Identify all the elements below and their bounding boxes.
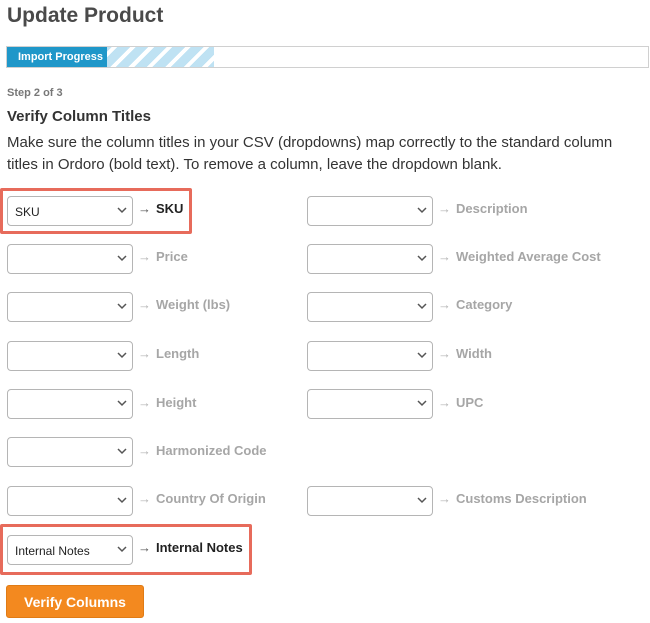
dropdown-value: SKU (15, 205, 40, 219)
chevron-down-icon (117, 400, 127, 407)
target-label: Weight (lbs) (156, 297, 231, 312)
chevron-down-icon (417, 207, 427, 214)
target-column-customs-description: → Customs Description (438, 491, 587, 506)
target-column-weight: → Weight (lbs) (138, 297, 230, 312)
target-column-price: → Price (138, 249, 188, 264)
target-label: Harmonized Code (156, 443, 267, 458)
arrow-right-icon: → (138, 346, 151, 361)
import-progress-bar: Import Progress (6, 46, 649, 68)
column-dropdown-height[interactable] (7, 389, 133, 419)
target-label: Price (156, 249, 188, 264)
chevron-down-icon (117, 497, 127, 504)
chevron-down-icon (117, 255, 127, 262)
column-dropdown-width[interactable] (307, 341, 433, 371)
target-column-weighted-average-cost: → Weighted Average Cost (438, 249, 601, 264)
column-dropdown-weight[interactable] (7, 292, 133, 322)
column-dropdown-length[interactable] (7, 341, 133, 371)
dropdown-value: Internal Notes (15, 544, 90, 558)
arrow-right-icon: → (438, 201, 451, 216)
arrow-right-icon: → (438, 297, 451, 312)
chevron-down-icon (417, 303, 427, 310)
arrow-right-icon: → (438, 491, 451, 506)
target-label: Category (456, 297, 513, 312)
target-column-length: → Length (138, 346, 199, 361)
target-column-height: → Height (138, 395, 196, 410)
target-label: Width (456, 346, 492, 361)
arrow-right-icon: → (138, 395, 151, 410)
target-label: Internal Notes (156, 540, 243, 555)
column-dropdown-harmonized-code[interactable] (7, 437, 133, 467)
section-title: Verify Column Titles (7, 108, 151, 125)
target-label: Country Of Origin (156, 491, 266, 506)
chevron-down-icon (117, 546, 127, 553)
column-dropdown-country-of-origin[interactable] (7, 486, 133, 516)
target-column-country-of-origin: → Country Of Origin (138, 491, 266, 506)
step-indicator: Step 2 of 3 (7, 87, 63, 99)
chevron-down-icon (117, 303, 127, 310)
target-column-upc: → UPC (438, 395, 483, 410)
page-title: Update Product (7, 4, 164, 27)
arrow-right-icon: → (138, 540, 151, 555)
target-column-category: → Category (438, 297, 512, 312)
target-label: Weighted Average Cost (456, 249, 601, 264)
chevron-down-icon (417, 352, 427, 359)
instructions-text: Make sure the column titles in your CSV … (7, 134, 613, 173)
target-column-description: → Description (438, 201, 528, 216)
arrow-right-icon: → (138, 297, 151, 312)
chevron-down-icon (117, 207, 127, 214)
target-label: UPC (456, 395, 484, 410)
target-column-harmonized-code: → Harmonized Code (138, 443, 267, 458)
column-dropdown-upc[interactable] (307, 389, 433, 419)
column-dropdown-weighted-average-cost[interactable] (307, 244, 433, 274)
chevron-down-icon (417, 255, 427, 262)
target-column-sku: → SKU (138, 201, 183, 216)
target-label: Customs Description (456, 491, 587, 506)
column-dropdown-customs-description[interactable] (307, 486, 433, 516)
arrow-right-icon: → (138, 201, 151, 216)
chevron-down-icon (417, 400, 427, 407)
arrow-right-icon: → (438, 346, 451, 361)
chevron-down-icon (417, 497, 427, 504)
column-dropdown-description[interactable] (307, 196, 433, 226)
column-dropdown-category[interactable] (307, 292, 433, 322)
arrow-right-icon: → (438, 395, 451, 410)
column-dropdown-sku[interactable]: SKU (7, 196, 133, 226)
target-label: Description (456, 201, 528, 216)
arrow-right-icon: → (138, 443, 151, 458)
arrow-right-icon: → (438, 249, 451, 264)
target-label: Height (156, 395, 197, 410)
arrow-right-icon: → (138, 491, 151, 506)
column-dropdown-price[interactable] (7, 244, 133, 274)
target-label: Length (156, 346, 200, 361)
target-label: SKU (156, 201, 184, 216)
verify-columns-button[interactable]: Verify Columns (6, 585, 144, 618)
arrow-right-icon: → (138, 249, 151, 264)
column-dropdown-internal-notes[interactable]: Internal Notes (7, 535, 133, 565)
chevron-down-icon (117, 448, 127, 455)
chevron-down-icon (117, 352, 127, 359)
target-column-width: → Width (438, 346, 492, 361)
progress-label: Import Progress (18, 51, 103, 63)
target-column-internal-notes: → Internal Notes (138, 540, 243, 555)
